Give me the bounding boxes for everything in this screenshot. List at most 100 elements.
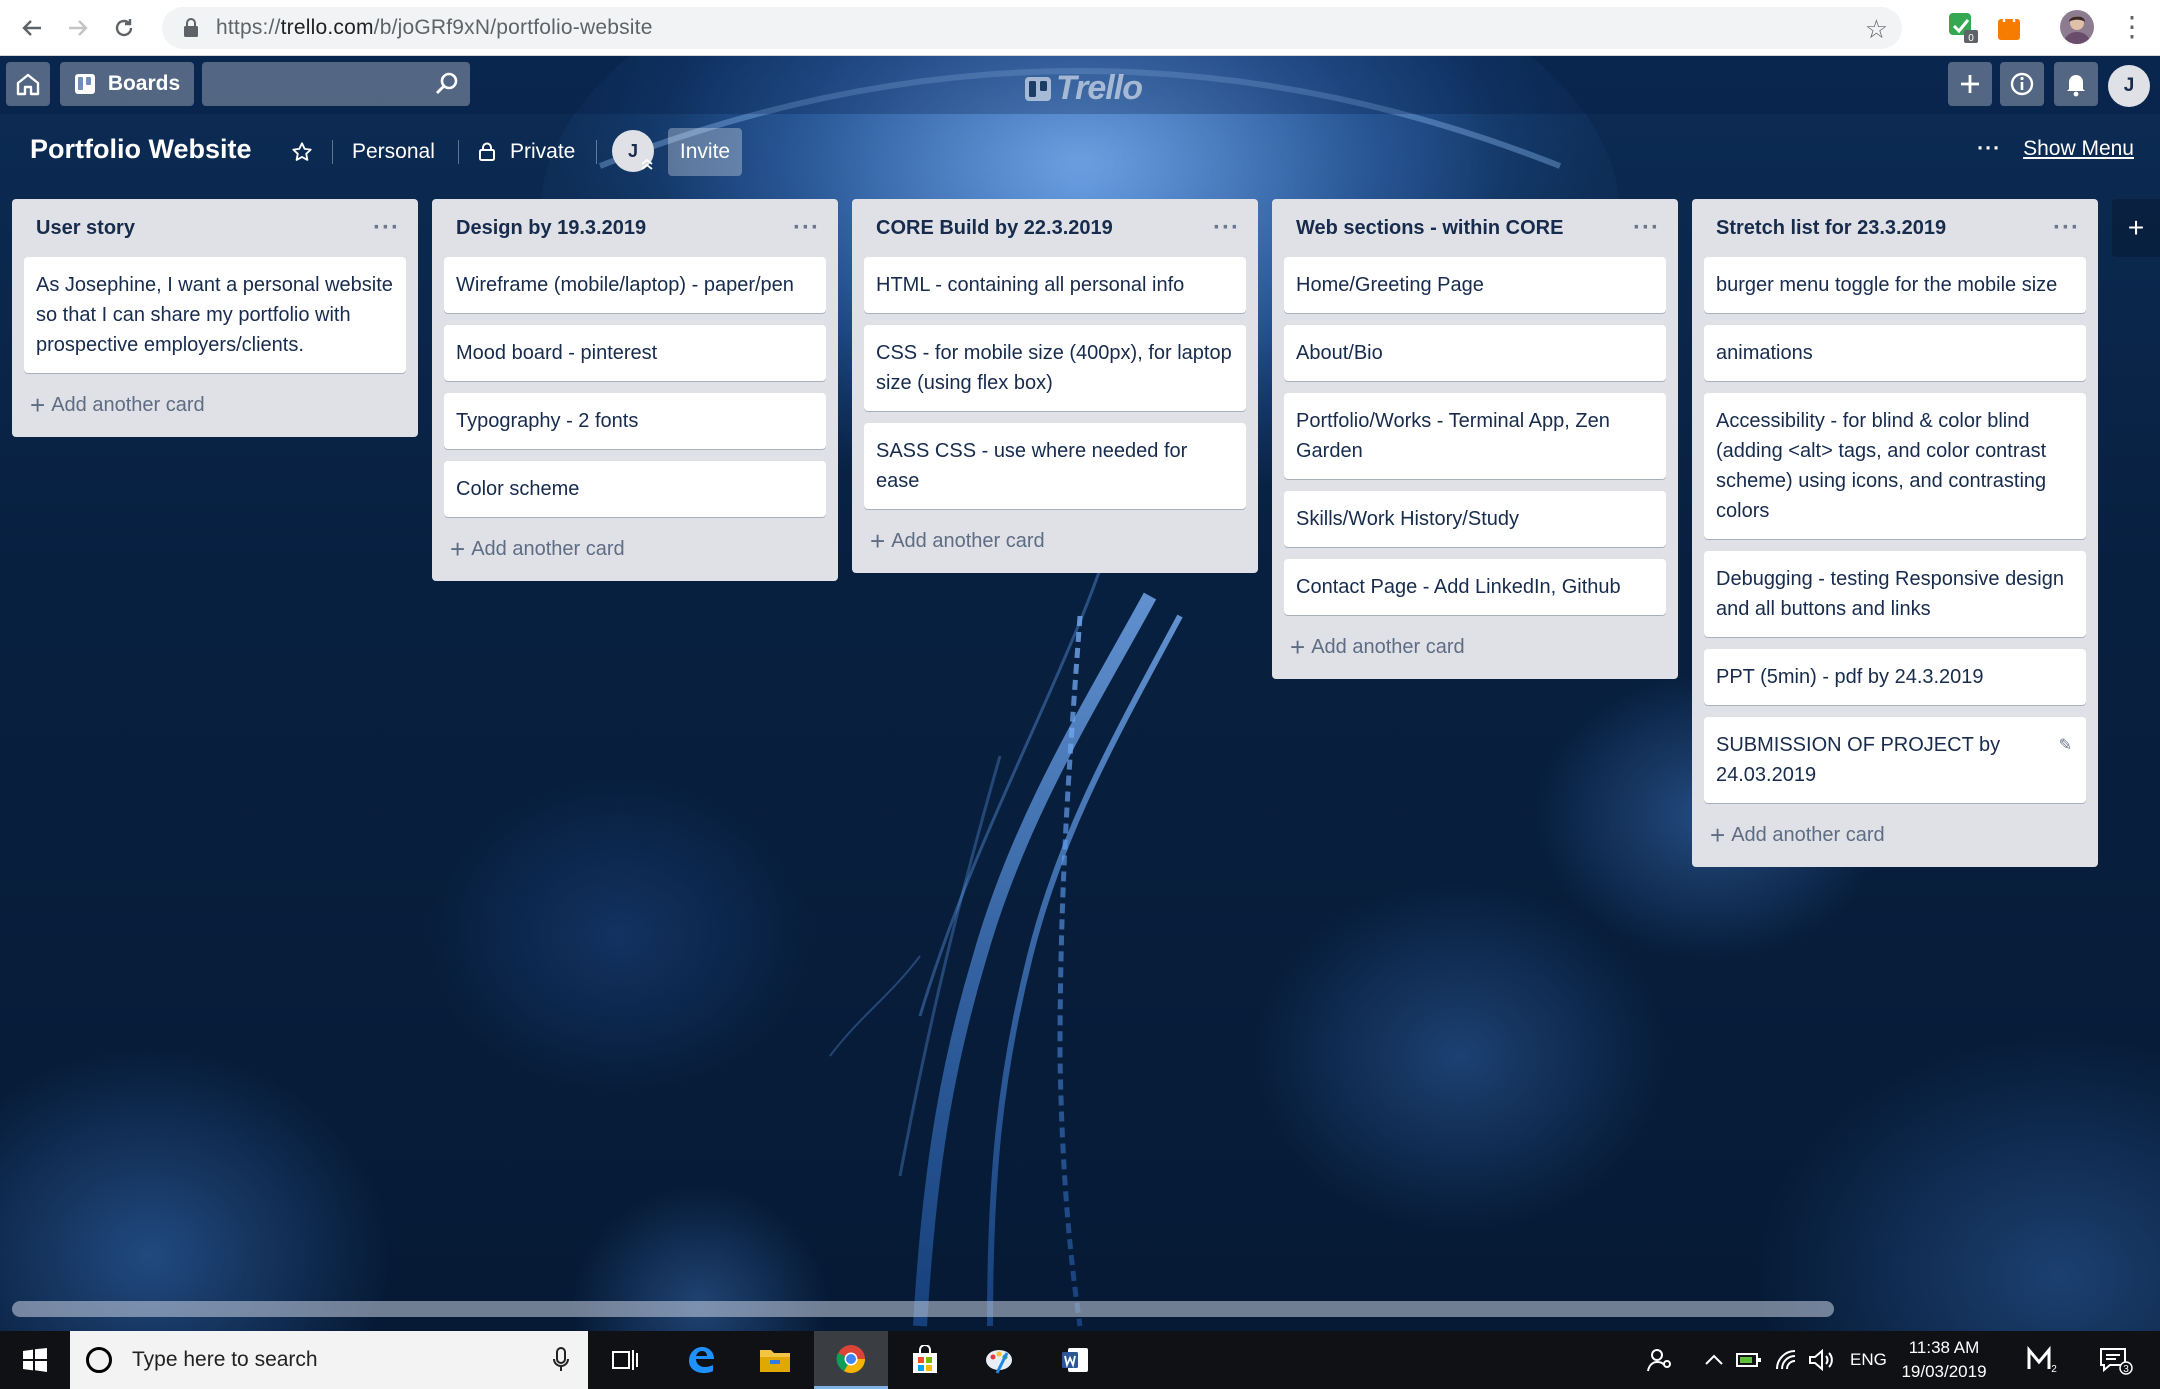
add-card-label: Add another card	[1311, 635, 1465, 658]
chrome-taskbar-button[interactable]	[814, 1331, 888, 1389]
clock-date: 19/03/2019	[1901, 1362, 1987, 1381]
header-search-input[interactable]	[202, 62, 470, 106]
search-icon[interactable]	[434, 71, 460, 97]
trello-logo[interactable]: Trello	[1024, 69, 1143, 108]
reload-icon	[115, 18, 133, 36]
info-button[interactable]	[2000, 62, 2044, 106]
list-title[interactable]: Stretch list for 23.3.2019	[1716, 217, 1946, 240]
clock[interactable]: 11:38 AM 19/03/2019	[1896, 1331, 1992, 1389]
list-menu-icon[interactable]: ···	[2053, 216, 2080, 240]
paint-taskbar-button[interactable]	[962, 1331, 1036, 1389]
boards-button[interactable]: Boards	[60, 62, 194, 106]
list-core-build[interactable]: CORE Build by 22.3.2019 ··· HTML - conta…	[852, 199, 1258, 573]
edge-taskbar-button[interactable]	[664, 1331, 738, 1389]
store-taskbar-button[interactable]	[888, 1331, 962, 1389]
profile-avatar[interactable]	[2060, 10, 2094, 44]
mail-tray-icon[interactable]: 2	[2026, 1331, 2060, 1389]
list-menu-icon[interactable]: ···	[793, 216, 820, 240]
list-menu-icon[interactable]: ···	[1633, 216, 1660, 240]
card[interactable]: Portfolio/Works - Terminal App, Zen Gard…	[1284, 393, 1666, 479]
show-hidden-icons-button[interactable]	[1704, 1331, 1724, 1389]
show-menu-button[interactable]: ··· Show Menu	[1977, 137, 2134, 161]
task-view-icon	[612, 1350, 638, 1370]
trello-logo-icon	[1025, 76, 1051, 101]
user-avatar[interactable]: J	[2108, 65, 2150, 107]
card[interactable]: Wireframe (mobile/laptop) - paper/pen	[444, 257, 826, 313]
add-card-button[interactable]: + Add another card	[1284, 627, 1666, 667]
card[interactable]: Mood board - pinterest	[444, 325, 826, 381]
invite-button[interactable]: Invite	[668, 128, 742, 176]
list-menu-icon[interactable]: ···	[1213, 216, 1240, 240]
edge-icon	[689, 1347, 714, 1373]
add-list-button[interactable]: +	[2112, 199, 2160, 257]
reload-button[interactable]	[104, 8, 144, 48]
list-title[interactable]: Web sections - within CORE	[1296, 217, 1563, 240]
create-button[interactable]	[1948, 62, 1992, 106]
card[interactable]: Accessibility - for blind & color blind …	[1704, 393, 2086, 539]
battery-icon	[1736, 1353, 1761, 1367]
card[interactable]: burger menu toggle for the mobile size	[1704, 257, 2086, 313]
card-hovered[interactable]: SUBMISSION OF PROJECT by 24.03.2019 ✎	[1704, 717, 2086, 803]
word-icon	[1062, 1348, 1088, 1372]
plus-icon	[1961, 75, 1979, 93]
action-center-button[interactable]: 3	[2098, 1331, 2134, 1389]
bell-icon	[2067, 75, 2085, 97]
list-stretch[interactable]: Stretch list for 23.3.2019 ··· burger me…	[1692, 199, 2098, 867]
extension-shopping-bag-icon[interactable]	[1992, 10, 2026, 44]
microphone-icon[interactable]	[552, 1347, 570, 1373]
card[interactable]: Debugging - testing Responsive design an…	[1704, 551, 2086, 637]
list-user-story[interactable]: User story ··· As Josephine, I want a pe…	[12, 199, 418, 437]
address-bar[interactable]: https://trello.com/b/joGRf9xN/portfolio-…	[162, 7, 1902, 49]
add-card-button[interactable]: + Add another card	[864, 521, 1246, 561]
list-title[interactable]: Design by 19.3.2019	[456, 217, 646, 240]
notifications-button[interactable]	[2054, 62, 2098, 106]
card[interactable]: Skills/Work History/Study	[1284, 491, 1666, 547]
word-taskbar-button[interactable]	[1038, 1331, 1112, 1389]
card[interactable]: animations	[1704, 325, 2086, 381]
star-board-button[interactable]	[284, 128, 320, 176]
list-title[interactable]: CORE Build by 22.3.2019	[876, 217, 1113, 240]
board-scrollbar-thumb[interactable]	[12, 1301, 1834, 1317]
card[interactable]: HTML - containing all personal info	[864, 257, 1246, 313]
team-button[interactable]: Personal	[344, 128, 443, 176]
add-card-button[interactable]: + Add another card	[1704, 815, 2086, 855]
card[interactable]: Color scheme	[444, 461, 826, 517]
add-card-label: Add another card	[471, 537, 625, 560]
battery-tray-icon[interactable]	[1736, 1331, 1762, 1389]
list-menu-icon[interactable]: ···	[373, 216, 400, 240]
task-view-button[interactable]	[588, 1331, 662, 1389]
chevron-up-icon	[1705, 1354, 1723, 1365]
back-button[interactable]	[12, 8, 52, 48]
visibility-button[interactable]: Private	[470, 128, 583, 176]
language-indicator[interactable]: ENG	[1850, 1331, 1887, 1389]
people-button[interactable]	[1646, 1331, 1674, 1389]
card[interactable]: Typography - 2 fonts	[444, 393, 826, 449]
taskbar-search-input[interactable]: Type here to search	[70, 1331, 588, 1389]
add-card-button[interactable]: + Add another card	[444, 529, 826, 569]
card[interactable]: Home/Greeting Page	[1284, 257, 1666, 313]
start-button[interactable]	[0, 1331, 70, 1389]
card[interactable]: SASS CSS - use where needed for ease	[864, 423, 1246, 509]
file-explorer-button[interactable]	[738, 1331, 812, 1389]
bookmark-star-icon[interactable]: ☆	[1865, 14, 1888, 45]
add-card-button[interactable]: + Add another card	[24, 385, 406, 425]
browser-menu-icon[interactable]: ⋮	[2118, 10, 2146, 44]
list-header: Web sections - within CORE ···	[1284, 199, 1666, 257]
card[interactable]: PPT (5min) - pdf by 24.3.2019	[1704, 649, 2086, 705]
list-title[interactable]: User story	[36, 217, 135, 240]
card[interactable]: CSS - for mobile size (400px), for lapto…	[864, 325, 1246, 411]
wifi-tray-icon[interactable]	[1774, 1331, 1800, 1389]
list-design[interactable]: Design by 19.3.2019 ··· Wireframe (mobil…	[432, 199, 838, 581]
card[interactable]: Contact Page - Add LinkedIn, Github	[1284, 559, 1666, 615]
forward-button[interactable]	[58, 8, 98, 48]
volume-tray-icon[interactable]	[1808, 1331, 1834, 1389]
card[interactable]: About/Bio	[1284, 325, 1666, 381]
list-web-sections[interactable]: Web sections - within CORE ··· Home/Gree…	[1272, 199, 1678, 679]
card[interactable]: As Josephine, I want a personal website …	[24, 257, 406, 373]
home-button[interactable]	[6, 62, 50, 106]
trello-header: Boards Trello J	[0, 56, 2160, 114]
extension-green-icon[interactable]: 0	[1946, 10, 1980, 44]
edit-pencil-icon[interactable]: ✎	[2059, 731, 2072, 761]
cortana-icon	[86, 1347, 112, 1373]
board-title[interactable]: Portfolio Website	[30, 134, 252, 165]
